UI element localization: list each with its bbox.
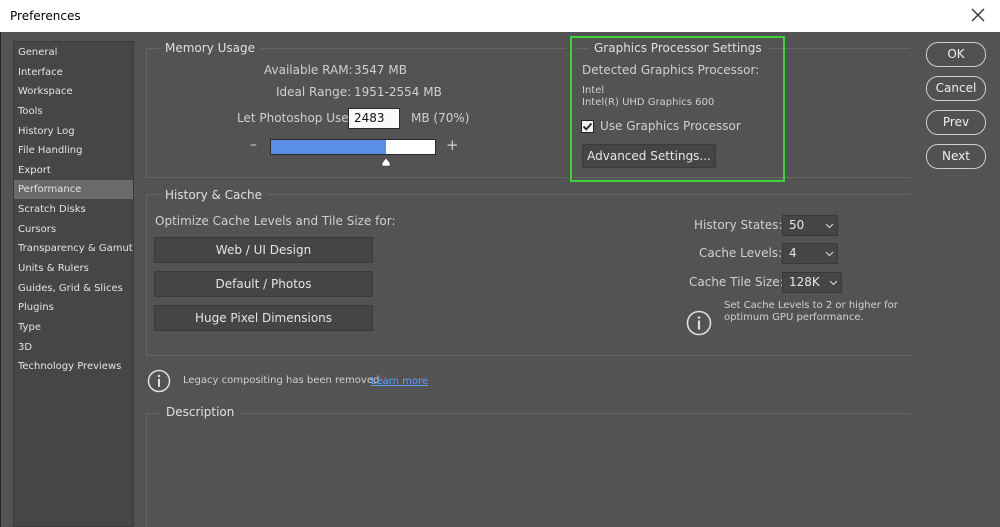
sidebar-item-interface[interactable]: Interface bbox=[14, 63, 133, 82]
detected-gpu-label: Detected Graphics Processor: bbox=[582, 63, 760, 77]
gpu-title: Graphics Processor Settings bbox=[588, 41, 768, 55]
sidebar-item-export[interactable]: Export bbox=[14, 161, 133, 180]
cache-hint-line1: Set Cache Levels to 2 or higher for bbox=[724, 300, 898, 311]
cache-hint-line2: optimum GPU performance. bbox=[724, 312, 864, 323]
memory-slider[interactable] bbox=[270, 139, 436, 155]
gpu-model: Intel(R) UHD Graphics 600 bbox=[582, 97, 715, 108]
advanced-settings-button[interactable]: Advanced Settings... bbox=[582, 144, 716, 168]
memory-usage-title: Memory Usage bbox=[159, 41, 262, 55]
sidebar-item-technology-previews[interactable]: Technology Previews bbox=[14, 357, 133, 376]
sidebar-item-file-handling[interactable]: File Handling bbox=[14, 141, 133, 160]
cache-levels-value: 4 bbox=[789, 246, 797, 260]
info-icon bbox=[147, 369, 171, 393]
history-states-label: History States: bbox=[694, 218, 783, 232]
cache-levels-select[interactable]: 4 bbox=[782, 243, 838, 264]
sidebar-item-scratch-disks[interactable]: Scratch Disks bbox=[14, 200, 133, 219]
sidebar: General Interface Workspace Tools Histor… bbox=[13, 41, 134, 527]
ideal-range-value: 1951-2554 MB bbox=[354, 85, 442, 99]
cache-tile-size-select[interactable]: 128K bbox=[782, 272, 842, 293]
optimize-label: Optimize Cache Levels and Tile Size for: bbox=[155, 214, 396, 228]
sidebar-item-type[interactable]: Type bbox=[14, 318, 133, 337]
gpu-vendor: Intel bbox=[582, 85, 605, 96]
window-titlebar: Preferences bbox=[0, 0, 1000, 32]
sidebar-item-workspace[interactable]: Workspace bbox=[14, 82, 133, 101]
description-title: Description bbox=[160, 405, 241, 419]
memory-increase-button[interactable]: + bbox=[446, 136, 459, 154]
sidebar-item-history-log[interactable]: History Log bbox=[14, 122, 133, 141]
available-ram-value: 3547 MB bbox=[354, 63, 407, 77]
ideal-range-label: Ideal Range: bbox=[276, 85, 352, 99]
window-title: Preferences bbox=[10, 9, 81, 23]
huge-pixel-dimensions-button[interactable]: Huge Pixel Dimensions bbox=[154, 305, 373, 331]
ok-button[interactable]: OK bbox=[926, 42, 986, 67]
use-gpu-label: Use Graphics Processor bbox=[600, 119, 741, 133]
description-section bbox=[146, 413, 910, 527]
sidebar-item-general[interactable]: General bbox=[14, 43, 133, 62]
chevron-down-icon bbox=[829, 280, 838, 286]
cancel-button[interactable]: Cancel bbox=[926, 76, 986, 101]
sidebar-item-cursors[interactable]: Cursors bbox=[14, 220, 133, 239]
default-photos-button[interactable]: Default / Photos bbox=[154, 271, 373, 297]
cache-tile-size-value: 128K bbox=[789, 275, 820, 289]
memory-decrease-button[interactable]: – bbox=[250, 137, 257, 153]
memory-slider-thumb[interactable] bbox=[381, 157, 391, 167]
sidebar-item-transparency-gamut[interactable]: Transparency & Gamut bbox=[14, 239, 133, 258]
memory-slider-fill bbox=[271, 140, 386, 154]
learn-more-link[interactable]: Learn more bbox=[371, 376, 428, 387]
web-ui-design-button[interactable]: Web / UI Design bbox=[154, 237, 373, 263]
sidebar-item-guides-grid-slices[interactable]: Guides, Grid & Slices bbox=[14, 279, 133, 298]
chevron-down-icon bbox=[825, 223, 834, 229]
prev-button[interactable]: Prev bbox=[926, 110, 986, 135]
history-states-select[interactable]: 50 bbox=[782, 215, 838, 236]
use-gpu-checkbox[interactable] bbox=[581, 120, 594, 133]
history-cache-title: History & Cache bbox=[159, 188, 268, 202]
history-states-value: 50 bbox=[789, 218, 805, 232]
sidebar-item-performance[interactable]: Performance bbox=[14, 180, 133, 199]
cache-tile-size-label: Cache Tile Size: bbox=[689, 275, 784, 289]
sidebar-item-3d[interactable]: 3D bbox=[14, 338, 133, 357]
info-icon bbox=[686, 310, 712, 336]
chevron-down-icon bbox=[825, 251, 834, 257]
sidebar-item-tools[interactable]: Tools bbox=[14, 102, 133, 121]
let-photoshop-use-label: Let Photoshop Use: bbox=[237, 111, 353, 125]
available-ram-label: Available RAM: bbox=[264, 63, 353, 77]
memory-amount-input[interactable]: 2483 bbox=[348, 108, 400, 129]
legacy-compositing-text: Legacy compositing has been removed bbox=[183, 375, 380, 386]
memory-unit-label: MB (70%) bbox=[411, 111, 470, 125]
next-button[interactable]: Next bbox=[926, 144, 986, 169]
sidebar-item-units-rulers[interactable]: Units & Rulers bbox=[14, 259, 133, 278]
cache-levels-label: Cache Levels: bbox=[699, 246, 783, 260]
sidebar-item-plugins[interactable]: Plugins bbox=[14, 298, 133, 317]
close-icon[interactable] bbox=[968, 5, 988, 25]
